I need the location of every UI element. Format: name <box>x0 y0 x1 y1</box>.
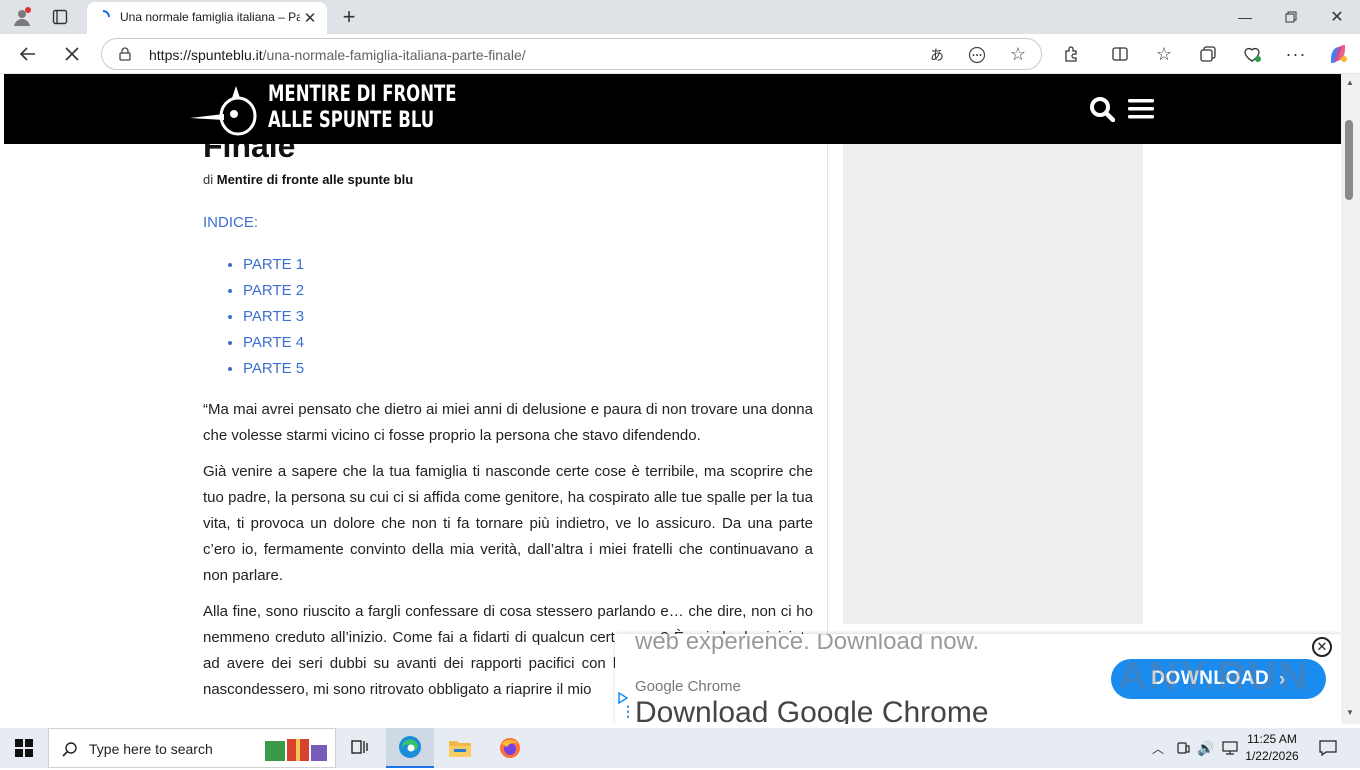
scroll-down-icon[interactable]: ▼ <box>1344 706 1356 718</box>
url-path: /una-normale-famiglia-italiana-parte-fin… <box>262 47 526 63</box>
close-tab-icon[interactable]: ✕ <box>301 9 319 27</box>
search-highlight-icon[interactable] <box>263 733 331 765</box>
page-viewport: Finale di Mentire di fronte alle spunte … <box>4 74 1341 724</box>
settings-more-icon[interactable]: ··· <box>1284 42 1308 66</box>
profile-icon[interactable] <box>8 5 36 29</box>
logo-line-1: MENTIRE DI FRONTE <box>268 82 457 107</box>
show-hidden-icons-chevron-icon[interactable]: ︿ <box>1150 738 1166 758</box>
back-icon[interactable] <box>14 40 42 68</box>
new-tab-icon[interactable]: + <box>336 4 362 30</box>
clock[interactable]: 11:25 AM 1/22/2026 <box>1242 731 1302 765</box>
notifications-icon[interactable] <box>1316 738 1340 758</box>
close-window-icon[interactable]: ✕ <box>1314 4 1360 30</box>
browser-toolbar: https://spunteblu.it/una-normale-famigli… <box>0 34 1360 74</box>
ad-source: Google Chrome <box>635 678 741 695</box>
toc-item-parte-3[interactable]: PARTE 3 <box>243 306 304 332</box>
site-info-icon[interactable] <box>117 46 133 62</box>
browser-essentials-icon[interactable] <box>1240 42 1264 66</box>
tab-active[interactable]: Una normale famiglia italiana – Pa ✕ <box>87 2 327 34</box>
toc-label: INDICE: <box>203 214 259 231</box>
minimize-icon[interactable]: — <box>1222 4 1268 30</box>
byline-author[interactable]: Mentire di fronte alle spunte blu <box>217 172 413 187</box>
translate-icon[interactable]: あ <box>927 45 947 65</box>
copilot-icon[interactable] <box>1326 42 1350 66</box>
sidebar-ad-placeholder <box>843 144 1143 624</box>
extensions-icon[interactable] <box>1060 42 1084 66</box>
ad-options-icon[interactable]: ⋮ <box>621 704 635 718</box>
toc-list: PARTE 1 PARTE 2 PARTE 3 PARTE 4 PARTE 5 <box>243 254 304 384</box>
watermark: ANY.RUN <box>1118 654 1310 698</box>
tab-title: Una normale famiglia italiana – Pa <box>120 10 300 24</box>
clock-time: 11:25 AM <box>1247 732 1297 746</box>
byline: di Mentire di fronte alle spunte blu <box>203 172 413 187</box>
firefox-icon[interactable] <box>486 728 534 768</box>
favorite-star-icon[interactable]: ☆ <box>1008 44 1028 64</box>
url-domain: https://spunteblu.it <box>149 47 263 63</box>
tab-actions-icon[interactable] <box>48 5 72 29</box>
scroll-up-icon[interactable]: ▲ <box>1344 76 1356 88</box>
volume-icon[interactable]: 🔊 <box>1196 738 1216 758</box>
split-screen-icon[interactable] <box>1108 42 1132 66</box>
search-icon <box>61 740 79 758</box>
site-header: MENTIRE DI FRONTE ALLE SPUNTE BLU <box>4 74 1341 144</box>
paragraph-2: Già venire a sapere che la tua famiglia … <box>203 463 813 584</box>
search-icon[interactable] <box>1087 94 1117 124</box>
toc-item-parte-4[interactable]: PARTE 4 <box>243 332 304 358</box>
collections-icon[interactable] <box>1196 42 1220 66</box>
network-icon[interactable] <box>1220 738 1240 758</box>
taskbar-search-box[interactable]: Type here to search <box>48 728 336 768</box>
favorites-icon[interactable]: ☆ <box>1152 42 1176 66</box>
clock-date: 1/22/2026 <box>1245 749 1299 763</box>
toc-item-parte-2[interactable]: PARTE 2 <box>243 280 304 306</box>
toc-item-parte-1[interactable]: PARTE 1 <box>243 254 304 280</box>
ad-title: Download Google Chrome <box>635 696 989 724</box>
loading-spinner-icon <box>95 9 111 25</box>
start-button[interactable] <box>0 728 48 768</box>
restore-icon[interactable] <box>1268 4 1314 30</box>
logo-line-2: ALLE SPUNTE BLU <box>268 108 435 133</box>
address-bar[interactable]: https://spunteblu.it/una-normale-famigli… <box>101 38 1042 70</box>
ad-close-icon[interactable]: ✕ <box>1312 637 1332 657</box>
scrollbar-thumb[interactable] <box>1345 120 1353 200</box>
more-tools-icon[interactable] <box>967 45 987 65</box>
file-explorer-icon[interactable] <box>436 728 484 768</box>
tab-strip: Una normale famiglia italiana – Pa ✕ + —… <box>0 0 1360 34</box>
paragraph-1: “Ma mai avrei pensato che dietro ai miei… <box>203 401 813 444</box>
toc-item-parte-5[interactable]: PARTE 5 <box>243 358 304 384</box>
page-scrollbar[interactable]: ▲ ▼ <box>1341 74 1360 724</box>
task-view-icon[interactable] <box>336 728 384 768</box>
url-text: https://spunteblu.it/una-normale-famigli… <box>149 47 526 63</box>
device-icon[interactable] <box>1174 738 1192 758</box>
edge-taskbar-icon[interactable] <box>386 728 434 768</box>
byline-prefix: di <box>203 172 214 187</box>
logo-text: MENTIRE DI FRONTE ALLE SPUNTE BLU <box>268 82 457 134</box>
search-placeholder: Type here to search <box>89 741 213 757</box>
ad-headline: web experience. Download now. <box>635 634 980 655</box>
hamburger-menu-icon[interactable] <box>1126 94 1156 124</box>
site-logo[interactable]: MENTIRE DI FRONTE ALLE SPUNTE BLU <box>188 80 457 138</box>
stop-loading-icon[interactable] <box>58 40 86 68</box>
taskbar: Type here to search ︿ 🔊 11:25 AM 1/22/20… <box>0 728 1360 768</box>
